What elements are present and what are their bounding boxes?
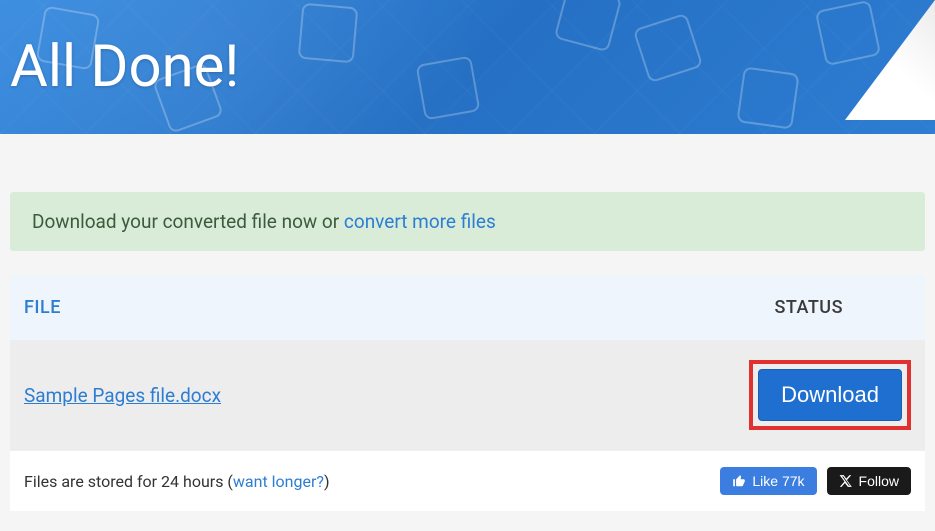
download-button[interactable]: Download bbox=[758, 369, 902, 421]
download-highlight-box: Download bbox=[749, 360, 911, 430]
follow-label: Follow bbox=[859, 473, 899, 489]
files-table: FILE STATUS Sample Pages file.docx Downl… bbox=[10, 275, 925, 511]
alert-text: Download your converted file now or bbox=[32, 210, 344, 233]
x-follow-button[interactable]: Follow bbox=[827, 467, 911, 495]
column-header-status: STATUS bbox=[774, 297, 911, 318]
column-header-file: FILE bbox=[24, 297, 774, 318]
storage-notice: Files are stored for 24 hours (want long… bbox=[24, 472, 330, 491]
thumbs-up-icon bbox=[732, 474, 746, 488]
social-buttons: Like 77k Follow bbox=[720, 467, 911, 495]
like-label: Like 77k bbox=[752, 473, 804, 489]
file-name-link[interactable]: Sample Pages file.docx bbox=[24, 384, 749, 407]
table-row: Sample Pages file.docx Download bbox=[10, 340, 925, 450]
storage-text-prefix: Files are stored for 24 hours ( bbox=[24, 472, 233, 491]
want-longer-link[interactable]: want longer? bbox=[233, 472, 324, 491]
page-title: All Done! bbox=[10, 33, 239, 101]
convert-more-link[interactable]: convert more files bbox=[344, 210, 496, 233]
x-icon bbox=[839, 474, 853, 488]
storage-text-suffix: ) bbox=[324, 472, 330, 491]
hero-banner: All Done! bbox=[0, 0, 935, 134]
footer-bar: Files are stored for 24 hours (want long… bbox=[10, 450, 925, 511]
table-header: FILE STATUS bbox=[10, 275, 925, 340]
success-alert: Download your converted file now or conv… bbox=[10, 192, 925, 251]
facebook-like-button[interactable]: Like 77k bbox=[720, 467, 816, 495]
